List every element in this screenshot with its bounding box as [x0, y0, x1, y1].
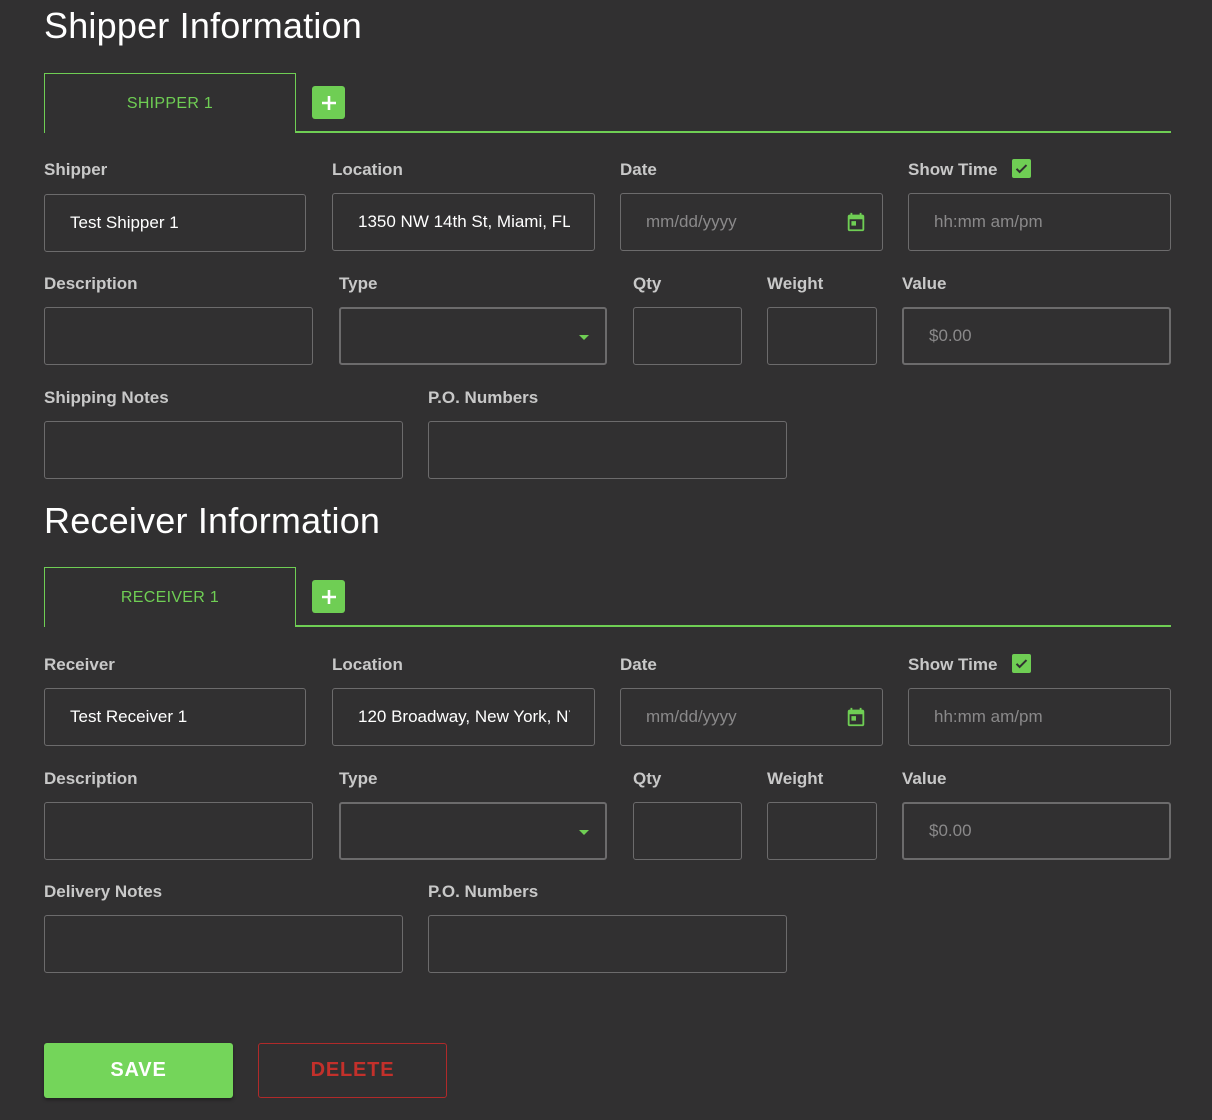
- shipper-date-placeholder: mm/dd/yyyy: [646, 212, 737, 231]
- receiver-value-label: Value: [902, 769, 947, 788]
- shipper-value-placeholder: $0.00: [929, 326, 972, 345]
- shipper-name-input[interactable]: Test Shipper 1: [44, 194, 306, 252]
- shipper-name-value: Test Shipper 1: [70, 213, 179, 232]
- shipper-section-title: Shipper Information: [44, 5, 362, 46]
- checkmark-icon: [1015, 659, 1028, 669]
- shipper-tabbar: SHIPPER 1: [44, 73, 1171, 133]
- receiver-section-title: Receiver Information: [44, 500, 381, 541]
- calendar-icon[interactable]: [845, 211, 867, 233]
- shipper-description-input[interactable]: [44, 307, 313, 365]
- receiver-name-label: Receiver: [44, 655, 115, 674]
- shipper-location-label: Location: [332, 160, 403, 179]
- shipper-location-value: 1350 NW 14th St, Miami, FL: [358, 212, 570, 231]
- shipper-qty-label: Qty: [633, 274, 662, 293]
- shipper-name-label: Shipper: [44, 160, 108, 179]
- plus-icon: [321, 95, 336, 110]
- receiver-time-placeholder: hh:mm am/pm: [934, 707, 1043, 726]
- receiver-date-input[interactable]: mm/dd/yyyy: [620, 688, 883, 746]
- add-receiver-button[interactable]: [312, 580, 345, 613]
- shipper-value-label: Value: [902, 274, 947, 293]
- receiver-weight-label: Weight: [767, 769, 824, 788]
- shipper-location-input[interactable]: 1350 NW 14th St, Miami, FL: [332, 193, 595, 251]
- receiver-location-input[interactable]: 120 Broadway, New York, NY: [332, 688, 595, 746]
- shipper-po-label: P.O. Numbers: [428, 388, 539, 407]
- shipper-po-input[interactable]: [428, 421, 787, 479]
- delete-button[interactable]: DELETE: [258, 1043, 447, 1098]
- receiver-location-label: Location: [332, 655, 403, 674]
- tab-shipper-1[interactable]: SHIPPER 1: [44, 73, 296, 133]
- receiver-show-time-label: Show Time: [908, 655, 998, 674]
- receiver-qty-input[interactable]: [633, 802, 742, 860]
- receiver-weight-input[interactable]: [767, 802, 877, 860]
- receiver-type-select[interactable]: [339, 802, 607, 860]
- checkmark-icon: [1015, 164, 1028, 174]
- shipper-type-label: Type: [339, 274, 378, 293]
- receiver-notes-input[interactable]: [44, 915, 403, 973]
- shipper-notes-input[interactable]: [44, 421, 403, 479]
- shipper-date-label: Date: [620, 160, 657, 179]
- receiver-date-placeholder: mm/dd/yyyy: [646, 707, 737, 726]
- receiver-value-placeholder: $0.00: [929, 821, 972, 840]
- receiver-tabbar: RECEIVER 1: [44, 567, 1171, 627]
- receiver-time-input[interactable]: hh:mm am/pm: [908, 688, 1171, 746]
- add-shipper-button[interactable]: [312, 86, 345, 119]
- receiver-type-label: Type: [339, 769, 378, 788]
- receiver-description-input[interactable]: [44, 802, 313, 860]
- shipper-time-placeholder: hh:mm am/pm: [934, 212, 1043, 231]
- shipper-date-input[interactable]: mm/dd/yyyy: [620, 193, 883, 251]
- calendar-icon[interactable]: [845, 706, 867, 728]
- receiver-description-label: Description: [44, 769, 138, 788]
- shipper-weight-input[interactable]: [767, 307, 877, 365]
- shipper-description-label: Description: [44, 274, 138, 293]
- receiver-po-label: P.O. Numbers: [428, 882, 539, 901]
- receiver-notes-label: Delivery Notes: [44, 882, 163, 901]
- shipper-weight-label: Weight: [767, 274, 824, 293]
- receiver-location-value: 120 Broadway, New York, NY: [358, 707, 570, 726]
- save-button[interactable]: SAVE: [44, 1043, 233, 1098]
- receiver-qty-label: Qty: [633, 769, 662, 788]
- shipper-notes-label: Shipping Notes: [44, 388, 169, 407]
- shipper-time-input[interactable]: hh:mm am/pm: [908, 193, 1171, 251]
- shipper-qty-input[interactable]: [633, 307, 742, 365]
- receiver-show-time-checkbox[interactable]: [1012, 654, 1031, 673]
- receiver-name-input[interactable]: Test Receiver 1: [44, 688, 306, 746]
- tab-receiver-1[interactable]: RECEIVER 1: [44, 567, 296, 627]
- shipper-show-time-label: Show Time: [908, 160, 998, 179]
- shipper-type-select[interactable]: [339, 307, 607, 365]
- receiver-date-label: Date: [620, 655, 657, 674]
- caret-down-icon: [579, 335, 589, 340]
- receiver-po-input[interactable]: [428, 915, 787, 973]
- plus-icon: [321, 589, 336, 604]
- shipper-value-input[interactable]: $0.00: [902, 307, 1171, 365]
- receiver-name-value: Test Receiver 1: [70, 707, 188, 726]
- caret-down-icon: [579, 830, 589, 835]
- receiver-value-input[interactable]: $0.00: [902, 802, 1171, 860]
- shipper-show-time-checkbox[interactable]: [1012, 159, 1031, 178]
